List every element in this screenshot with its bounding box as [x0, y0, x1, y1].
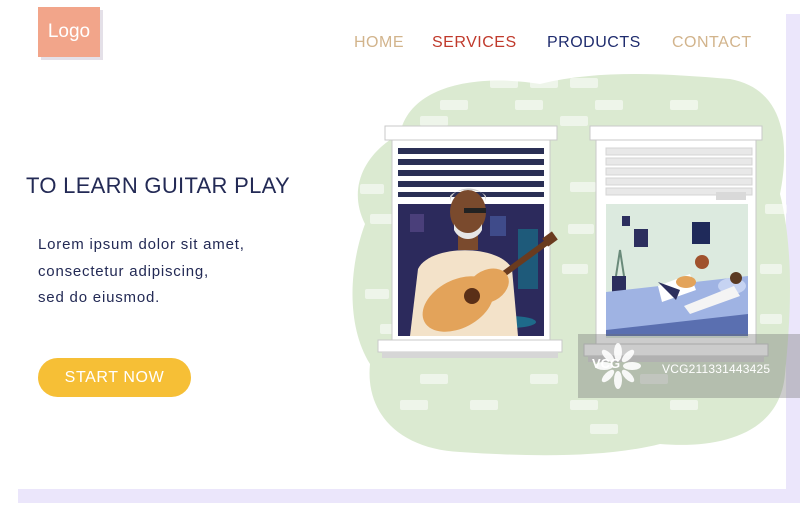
hero-description-line: consectetur adipiscing, — [38, 262, 209, 280]
right-window — [583, 125, 769, 362]
hero-description-line: sed do eiusmod. — [38, 289, 161, 306]
hero-description: Lorem ipsum dolor sit amet, consectetur … — [38, 232, 338, 312]
hero-illustration — [352, 74, 790, 456]
hero-title: TO LEARN GUITAR PLAY — [26, 173, 290, 198]
nav-contact-link[interactable]: CONTACT — [672, 34, 752, 52]
nav-home-link[interactable]: HOME — [354, 34, 404, 52]
start-now-button[interactable]: START NOW — [38, 358, 191, 397]
landing-page: Logo HOME SERVICES PRODUCTS CONTACT TO L… — [0, 0, 800, 489]
watermark-brand: VCG — [592, 356, 621, 371]
page-shadow-bottom — [18, 489, 800, 503]
logo[interactable]: Logo — [38, 7, 100, 57]
left-window — [377, 125, 563, 358]
nav-services-link[interactable]: SERVICES — [432, 34, 517, 52]
watermark: VCG VCG211331443425 — [578, 334, 800, 398]
nav-products-link[interactable]: PRODUCTS — [547, 34, 641, 52]
hero-description-line: Lorem ipsum dolor sit amet, — [38, 236, 245, 253]
watermark-id: VCG211331443425 — [662, 362, 771, 376]
